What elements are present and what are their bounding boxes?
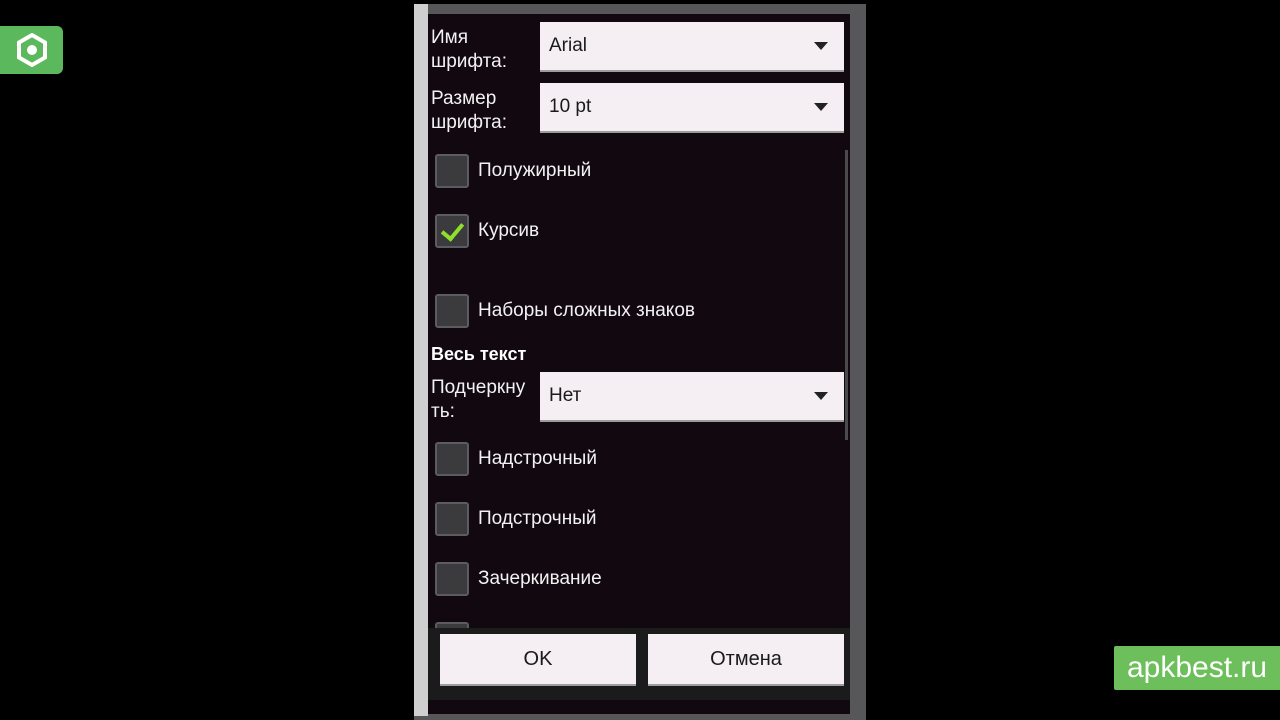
ok-button[interactable]: OK: [440, 634, 636, 684]
bold-label: Полужирный: [478, 160, 592, 181]
strikethrough-checkbox[interactable]: [435, 562, 469, 596]
underline-label-line2: ть:: [431, 401, 455, 422]
font-size-select[interactable]: 10 pt: [540, 83, 844, 131]
superscript-label: Надстрочный: [478, 448, 597, 469]
logo-glyph: [16, 33, 47, 67]
background-document: [414, 4, 428, 716]
underline-label: Подчеркну ть:: [431, 376, 525, 424]
triangle-down-icon: [814, 103, 828, 111]
italic-checkbox[interactable]: [435, 214, 469, 248]
font-size-label: Размер шрифта:: [431, 87, 507, 135]
triangle-down-icon: [814, 392, 828, 400]
underline-select[interactable]: Нет: [540, 372, 844, 420]
subscript-checkbox[interactable]: [435, 502, 469, 536]
bold-checkbox[interactable]: [435, 154, 469, 188]
checkbox-row-subscript[interactable]: Подстрочный: [435, 500, 596, 538]
checkbox-row-superscript[interactable]: Надстрочный: [435, 440, 597, 478]
strikethrough-label: Зачеркивание: [478, 568, 602, 589]
complex-scripts-checkbox[interactable]: [435, 294, 469, 328]
underline-label-line1: Подчеркну: [431, 377, 526, 398]
dialog-scroll-area[interactable]: Имя шрифта: Arial Размер шрифта: 10 pt П…: [428, 14, 850, 628]
superscript-checkbox[interactable]: [435, 442, 469, 476]
checkbox-row-italic[interactable]: Курсив: [435, 212, 539, 250]
font-name-label-line1: Имя: [431, 27, 469, 48]
watermark: apkbest.ru: [1114, 646, 1280, 690]
complex-scripts-label: Наборы сложных знаков: [478, 300, 695, 321]
checkbox-row-complex-scripts[interactable]: Наборы сложных знаков: [435, 292, 695, 330]
italic-label: Курсив: [478, 220, 540, 241]
font-name-value: Arial: [549, 35, 588, 56]
underline-value: Нет: [549, 385, 582, 406]
font-size-label-line2: шрифта:: [431, 112, 507, 133]
cancel-button[interactable]: Отмена: [648, 634, 844, 684]
scrollbar[interactable]: [845, 150, 848, 440]
dialog-button-bar: OK Отмена: [428, 628, 850, 700]
font-size-value: 10 pt: [549, 96, 592, 117]
subscript-label: Подстрочный: [478, 508, 597, 529]
font-name-select[interactable]: Arial: [540, 22, 844, 70]
font-name-label: Имя шрифта:: [431, 26, 507, 74]
font-dialog: Имя шрифта: Arial Размер шрифта: 10 pt П…: [428, 14, 850, 714]
hexagon-logo-icon: [0, 26, 63, 74]
font-name-label-line2: шрифта:: [431, 51, 507, 72]
section-title: Весь текст: [431, 344, 527, 364]
checkbox-row-strikethrough[interactable]: Зачеркивание: [435, 560, 602, 598]
checkbox-row-partial[interactable]: [435, 620, 478, 628]
checkbox-row-bold[interactable]: Полужирный: [435, 152, 591, 190]
font-size-label-line1: Размер: [431, 88, 497, 109]
triangle-down-icon: [814, 42, 828, 50]
